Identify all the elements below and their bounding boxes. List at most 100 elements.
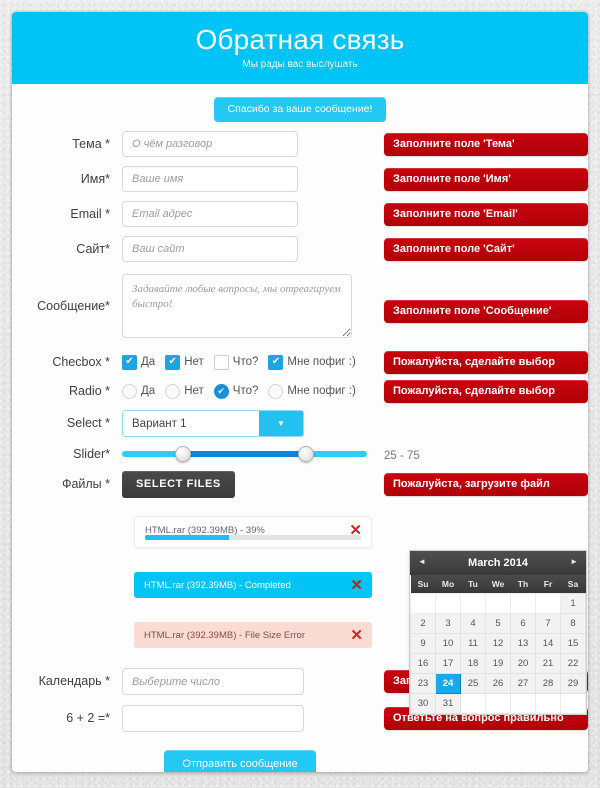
radio-group: Да Нет Что? Мне пофиг :) xyxy=(122,378,370,404)
error-radio: Пожалуйста, сделайте выбор xyxy=(384,380,588,403)
math-answer-input[interactable] xyxy=(122,705,304,732)
calendar-day-25[interactable]: 25 xyxy=(460,673,486,694)
error-col-checkbox: Пожалуйста, сделайте выбор xyxy=(370,349,588,374)
radio-label-chto: Что? xyxy=(232,385,259,397)
calendar-day-15[interactable]: 15 xyxy=(560,633,586,654)
slider-range-fill xyxy=(183,451,306,457)
radio-da[interactable] xyxy=(122,383,137,399)
calendar-day-26[interactable]: 26 xyxy=(485,673,511,694)
weekday-fr: Fr xyxy=(535,575,561,594)
calendar-day-4[interactable]: 4 xyxy=(460,613,486,634)
calendar-week-row: 1 xyxy=(410,593,586,614)
calendar-day-11[interactable]: 11 xyxy=(460,633,486,654)
calendar-day-30[interactable]: 30 xyxy=(410,693,436,714)
label-message: Сообщение* xyxy=(37,299,110,313)
calendar-day-empty xyxy=(560,693,586,714)
radio-chto[interactable] xyxy=(213,383,229,399)
label-radio: Radio * xyxy=(69,384,110,398)
checkbox-label-pofig: Мне пофиг :) xyxy=(287,356,356,368)
upload-name-completed: HTML.rar (392.39MB) - Completed xyxy=(144,580,291,591)
calendar-day-21[interactable]: 21 xyxy=(535,653,561,674)
checkbox-da[interactable] xyxy=(122,354,137,370)
calendar-day-10[interactable]: 10 xyxy=(435,633,461,654)
calendar-day-27[interactable]: 27 xyxy=(510,673,536,694)
calendar-day-14[interactable]: 14 xyxy=(535,633,561,654)
label-slider: Slider* xyxy=(73,447,110,461)
select-value: Вариант 1 xyxy=(132,417,187,430)
calendar-day-22[interactable]: 22 xyxy=(560,653,586,674)
error-name: Заполните поле 'Имя' xyxy=(384,168,588,191)
field-row-radio: Radio * Да Нет Что? Мне пофиг :) Пожалуй… xyxy=(12,378,588,404)
select-files-button[interactable]: SELECT FILES xyxy=(122,471,235,498)
calendar-day-13[interactable]: 13 xyxy=(510,633,536,654)
calendar-day-12[interactable]: 12 xyxy=(485,633,511,654)
calendar-day-2[interactable]: 2 xyxy=(410,613,436,634)
subject-input[interactable] xyxy=(122,131,298,157)
calendar-day-empty xyxy=(460,593,486,614)
field-row-email: Email * Заполните поле 'Email' xyxy=(12,201,588,227)
calendar-day-23[interactable]: 23 xyxy=(410,673,436,694)
calendar-day-5[interactable]: 5 xyxy=(485,613,511,634)
calendar-day-17[interactable]: 17 xyxy=(435,653,461,674)
site-input[interactable] xyxy=(122,236,298,262)
calendar-day-24[interactable]: 24 xyxy=(435,673,461,694)
error-col-email: Заполните поле 'Email' xyxy=(370,201,588,226)
remove-icon[interactable]: ✕ xyxy=(350,628,363,643)
calendar-day-empty xyxy=(485,593,511,614)
calendar-day-18[interactable]: 18 xyxy=(460,653,486,674)
checkbox-net[interactable] xyxy=(165,354,181,370)
calendar-day-31[interactable]: 31 xyxy=(435,693,461,714)
name-input[interactable] xyxy=(122,166,298,192)
upload-item-error: HTML.rar (392.39MB) - File Size Error ✕ xyxy=(134,622,372,648)
checkbox-chto[interactable] xyxy=(213,354,229,370)
next-month-icon[interactable]: ► xyxy=(570,557,578,566)
control-select: Вариант 1 ▼ xyxy=(122,410,370,437)
prev-month-icon[interactable]: ◄ xyxy=(418,557,426,566)
control-slider xyxy=(122,441,370,467)
email-input[interactable] xyxy=(122,201,298,227)
calendar-day-20[interactable]: 20 xyxy=(510,653,536,674)
remove-icon[interactable]: ✕ xyxy=(350,578,363,593)
error-site: Заполните поле 'Сайт' xyxy=(384,238,588,261)
calendar-day-1[interactable]: 1 xyxy=(560,593,586,614)
calendar-day-empty xyxy=(485,693,511,714)
checkbox-pofig[interactable] xyxy=(268,354,284,370)
radio-net[interactable] xyxy=(165,383,181,399)
calendar-day-16[interactable]: 16 xyxy=(410,653,436,674)
calendar-input[interactable] xyxy=(122,668,304,695)
calendar-day-8[interactable]: 8 xyxy=(560,613,586,634)
label-files: Файлы * xyxy=(61,477,110,491)
error-checkbox: Пожалуйста, сделайте выбор xyxy=(384,351,588,374)
calendar-day-3[interactable]: 3 xyxy=(435,613,461,634)
calendar-day-9[interactable]: 9 xyxy=(410,633,436,654)
calendar-day-empty xyxy=(535,693,561,714)
checkbox-label-chto: Что? xyxy=(232,356,259,368)
select-dropdown[interactable]: Вариант 1 ▼ xyxy=(122,410,304,437)
chevron-down-icon[interactable]: ▼ xyxy=(259,411,303,436)
calendar-day-6[interactable]: 6 xyxy=(510,613,536,634)
slider-handle-min[interactable] xyxy=(175,446,192,462)
error-col-radio: Пожалуйста, сделайте выбор xyxy=(370,378,588,403)
field-row-site: Сайт* Заполните поле 'Сайт' xyxy=(12,236,588,262)
calendar-day-7[interactable]: 7 xyxy=(535,613,561,634)
field-row-message: Сообщение* Заполните поле 'Сообщение' xyxy=(12,274,588,343)
error-col-select xyxy=(370,410,588,412)
radio-pofig[interactable] xyxy=(268,383,284,399)
calendar-body: 1 2 3 4 5 6 7 8 9 10 11 12 13 14 15 16 17 18 19 20 21 22 23 24 2… xyxy=(410,593,586,714)
calendar-day-empty xyxy=(510,693,536,714)
upload-item-completed: HTML.rar (392.39MB) - Completed ✕ xyxy=(134,572,372,598)
calendar-day-empty xyxy=(535,593,561,614)
submit-wrap: Отправить сообщение xyxy=(12,750,588,772)
datepicker-calendar[interactable]: ◄ March 2014 ► Su Mo Tu We Th Fr Sa 12 3… xyxy=(409,550,587,715)
weekday-tu: Tu xyxy=(460,575,486,594)
calendar-day-29[interactable]: 29 xyxy=(560,673,586,694)
message-textarea[interactable] xyxy=(122,274,352,338)
calendar-week-row: 2345678 xyxy=(410,613,586,634)
feedback-form-card: Обратная связь Мы рады вас выслушать Спа… xyxy=(12,12,588,772)
calendar-day-28[interactable]: 28 xyxy=(535,673,561,694)
calendar-day-19[interactable]: 19 xyxy=(485,653,511,674)
range-slider[interactable] xyxy=(122,441,367,467)
submit-button[interactable]: Отправить сообщение xyxy=(164,750,316,772)
checkbox-group: Да Нет Что? Мне пофиг :) xyxy=(122,349,370,375)
slider-handle-max[interactable] xyxy=(297,446,314,462)
